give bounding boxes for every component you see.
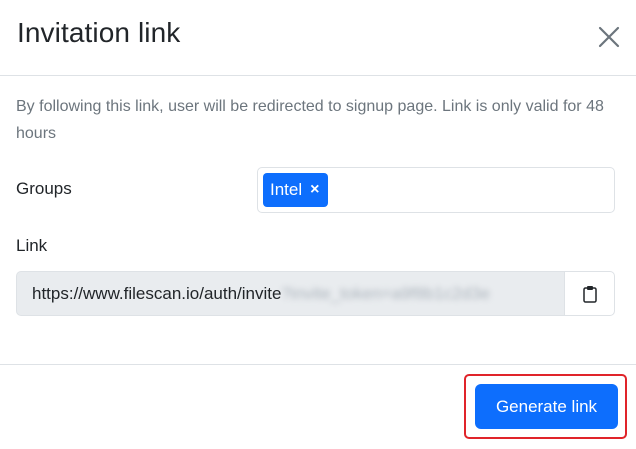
clipboard-icon <box>582 285 597 303</box>
modal-title: Invitation link <box>17 17 181 48</box>
remove-chip-icon[interactable]: × <box>310 182 319 198</box>
copy-link-button[interactable] <box>564 271 615 316</box>
generate-link-button[interactable]: Generate link <box>475 384 618 429</box>
groups-label: Groups <box>16 179 72 198</box>
close-button[interactable] <box>590 18 628 56</box>
link-input-group: https://www.filescan.io/auth/invite?invi… <box>16 271 615 316</box>
group-chip: Intel × <box>263 173 329 207</box>
modal-description: By following this link, user will be red… <box>16 98 604 142</box>
groups-select[interactable]: Intel × <box>257 167 615 213</box>
close-icon <box>598 26 620 48</box>
group-chip-label: Intel <box>270 180 303 199</box>
modal-header: Invitation link <box>0 0 636 76</box>
invite-link-url: https://www.filescan.io/auth/invite <box>32 284 282 303</box>
invite-link-token-blurred: ?invite_token=a9f8b1c2d3e <box>281 284 490 303</box>
invite-link-field[interactable]: https://www.filescan.io/auth/invite?invi… <box>16 271 564 316</box>
invitation-modal: Invitation link By following this link, … <box>0 0 636 449</box>
link-label: Link <box>16 236 48 255</box>
